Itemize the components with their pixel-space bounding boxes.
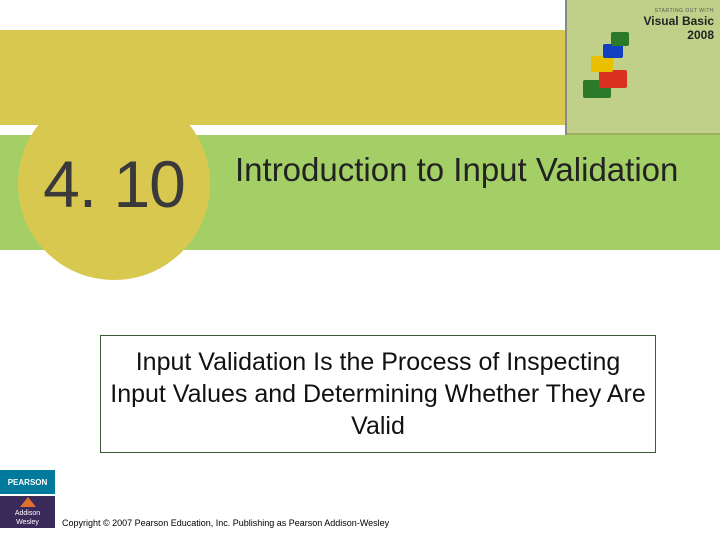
triangle-icon (20, 497, 36, 507)
lego-blocks-icon (577, 30, 647, 100)
pearson-logo: PEARSON (0, 470, 55, 494)
publisher-logo: PEARSON Addison Wesley (0, 470, 55, 530)
book-title: Visual Basic (644, 14, 715, 28)
book-year: 2008 (644, 28, 715, 42)
section-number-circle: 4. 10 (18, 88, 210, 280)
addison-wesley-logo: Addison Wesley (0, 496, 55, 528)
copyright-text: Copyright © 2007 Pearson Education, Inc.… (62, 518, 389, 528)
description-box: Input Validation Is the Process of Inspe… (100, 335, 656, 453)
publisher-line1: Addison (15, 509, 40, 518)
section-number: 4. 10 (43, 146, 185, 222)
description-text: Input Validation Is the Process of Inspe… (109, 346, 647, 442)
book-title-area: STARTING OUT WITH Visual Basic 2008 (644, 8, 715, 42)
publisher-line2: Wesley (16, 518, 39, 527)
section-title: Introduction to Input Validation (235, 150, 695, 190)
